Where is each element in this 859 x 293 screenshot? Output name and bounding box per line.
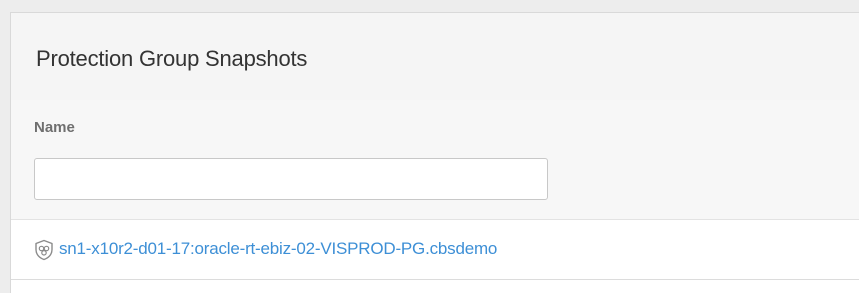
protection-group-snapshots-panel: Protection Group Snapshots Name sn1-x10r… xyxy=(10,12,859,293)
panel-header: Protection Group Snapshots xyxy=(11,13,859,101)
name-filter: Name xyxy=(11,100,859,220)
protection-group-shield-icon xyxy=(35,239,53,261)
panel-title: Protection Group Snapshots xyxy=(36,46,308,71)
name-filter-label: Name xyxy=(34,119,75,136)
snapshot-row: sn1-x10r2-d01-17:oracle-rt-ebiz-02-VISPR… xyxy=(11,220,859,280)
name-filter-input[interactable] xyxy=(34,158,548,200)
snapshot-name-link[interactable]: sn1-x10r2-d01-17:oracle-rt-ebiz-02-VISPR… xyxy=(59,239,497,259)
